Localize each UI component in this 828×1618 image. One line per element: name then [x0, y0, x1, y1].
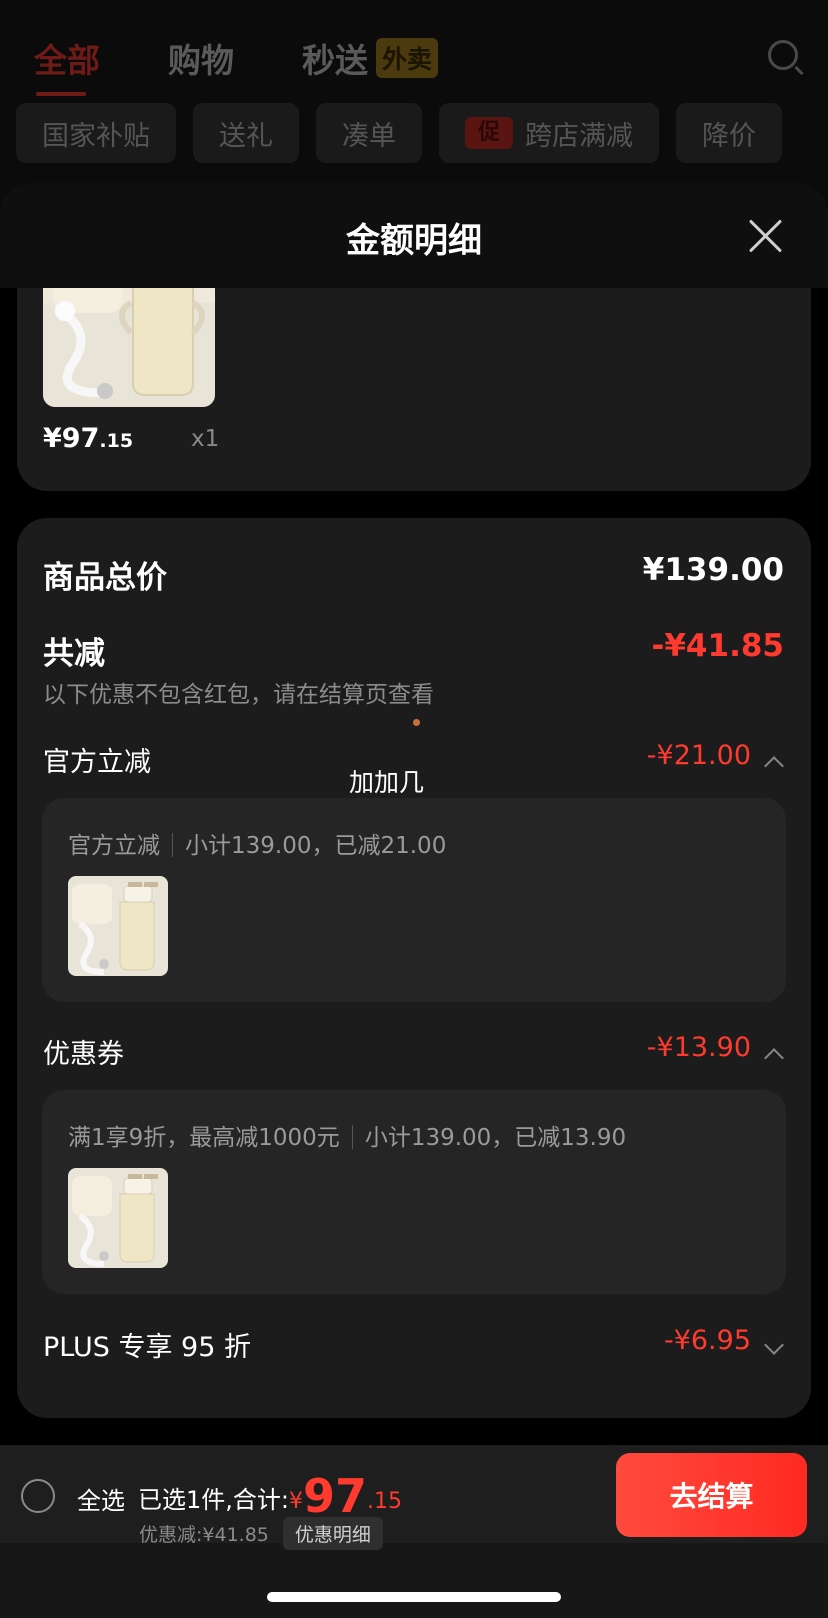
official-detail-text: 官方立减 小计139.00，已减21.00 — [68, 826, 446, 860]
tab-all-label: 全部 — [34, 41, 100, 80]
total-price-value: ¥139.00 — [642, 552, 784, 588]
select-all-label[interactable]: 全选 — [77, 1481, 125, 1516]
product-price-dec: .15 — [99, 430, 134, 452]
chip-cross-store-label: 跨店满减 — [525, 120, 633, 152]
plus-discount-label[interactable]: PLUS 专享 95 折 — [43, 1325, 251, 1364]
coupon-detail-rule: 满1享9折，最高减1000元 — [68, 1125, 340, 1151]
official-reduction-detail: 官方立减 小计139.00，已减21.00 — [42, 798, 786, 1002]
select-all-radio[interactable] — [21, 1479, 55, 1513]
checkout-bar: 全选 已选1件,合计:¥97.15 优惠减:¥41.85 优惠明细 去结算 — [0, 1445, 828, 1618]
product-price: ¥97.15 — [43, 423, 133, 454]
official-reduction-value: -¥21.00 — [646, 740, 751, 771]
tab-instant-delivery[interactable]: 秒送 外卖 — [302, 34, 439, 82]
checkout-button[interactable]: 去结算 — [616, 1453, 807, 1537]
product-price-int: ¥97 — [43, 423, 100, 454]
chevron-down-icon[interactable] — [764, 1335, 784, 1355]
selected-summary: 已选1件,合计: — [138, 1486, 289, 1514]
page: 全部 购物 秒送 外卖 国家补贴 送礼 凑单 促跨店满减 降价 金额明细 ¥97… — [0, 0, 828, 1618]
plus-discount-value: -¥6.95 — [663, 1325, 751, 1356]
total-price-label: 商品总价 — [43, 560, 167, 596]
chip-national-subsidy[interactable]: 国家补贴 — [16, 103, 176, 163]
chip-cross-store-discount[interactable]: 促跨店满减 — [439, 103, 659, 163]
chip-price-drop[interactable]: 降价 — [676, 103, 782, 163]
discount-summary: 优惠减:¥41.85 优惠明细 — [139, 1517, 383, 1550]
total-reduction-label: 共减 — [43, 636, 105, 672]
coupon-detail: 满1享9折，最高减1000元 小计139.00，已减13.90 — [42, 1090, 786, 1294]
total-reduction-value: -¥41.85 — [651, 628, 785, 664]
selected-total: 已选1件,合计:¥97.15 — [138, 1469, 402, 1523]
total-amount-dec: .15 — [367, 1489, 402, 1514]
search-icon[interactable] — [768, 40, 798, 70]
product-thumbnail[interactable] — [68, 1168, 168, 1268]
indicator-dot — [413, 719, 420, 726]
product-quantity: x1 — [191, 426, 220, 452]
takeout-badge: 外卖 — [376, 38, 439, 78]
amount-detail-sheet: 金额明细 ¥97.15 x1 商品总价 ¥139.00 共减 -¥41.85 以… — [0, 183, 828, 1445]
promo-badge: 促 — [465, 117, 513, 149]
chevron-up-icon[interactable] — [764, 1048, 784, 1068]
tab-shopping-label: 购物 — [168, 41, 234, 80]
red-packet-note: 以下优惠不包含红包，请在结算页查看 — [43, 682, 434, 708]
sheet-title: 金额明细 — [346, 221, 482, 261]
coupon-label[interactable]: 优惠券 — [43, 1032, 124, 1071]
official-detail-subtotal: 小计139.00，已减21.00 — [185, 833, 447, 859]
coupon-detail-text: 满1享9折，最高减1000元 小计139.00，已减13.90 — [68, 1118, 626, 1152]
total-amount-int: 97 — [302, 1469, 367, 1523]
divider — [351, 1125, 353, 1149]
official-detail-type: 官方立减 — [68, 833, 160, 859]
close-icon[interactable] — [748, 218, 784, 254]
floating-text: 加加几 — [349, 768, 425, 797]
chip-bundle[interactable]: 凑单 — [316, 103, 422, 163]
price-breakdown-card: 商品总价 ¥139.00 共减 -¥41.85 以下优惠不包含红包，请在结算页查… — [17, 518, 811, 1418]
filter-chips: 国家补贴 送礼 凑单 促跨店满减 降价 — [16, 103, 782, 163]
discount-detail-button[interactable]: 优惠明细 — [282, 1517, 383, 1550]
chip-gift[interactable]: 送礼 — [193, 103, 299, 163]
divider — [172, 833, 173, 857]
home-indicator[interactable] — [267, 1592, 561, 1602]
product-thumbnail[interactable] — [68, 876, 168, 976]
sheet-header: 金额明细 — [0, 183, 828, 288]
coupon-value: -¥13.90 — [646, 1032, 751, 1063]
discount-amount: 优惠减:¥41.85 — [139, 1524, 269, 1546]
official-reduction-label[interactable]: 官方立减 — [43, 740, 151, 779]
coupon-detail-subtotal: 小计139.00，已减13.90 — [364, 1125, 627, 1151]
tab-instant-label: 秒送 — [302, 41, 368, 80]
tab-all[interactable]: 全部 — [34, 34, 100, 96]
tab-shopping[interactable]: 购物 — [168, 34, 234, 82]
currency-symbol: ¥ — [288, 1489, 303, 1514]
chevron-up-icon[interactable] — [764, 756, 784, 776]
top-nav: 全部 购物 秒送 外卖 — [34, 30, 798, 96]
